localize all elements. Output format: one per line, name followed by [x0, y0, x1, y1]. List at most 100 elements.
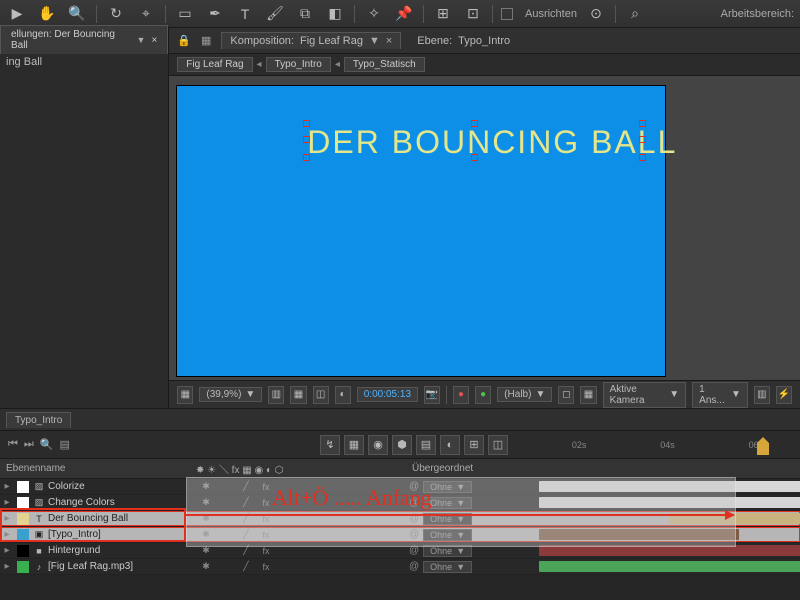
comp-settings-icon[interactable]: ▤	[60, 438, 70, 451]
zoom-dropdown[interactable]: (39,9%)▼	[199, 387, 262, 402]
3d-switch[interactable]	[339, 496, 353, 510]
shy-icon[interactable]: ↯	[320, 435, 340, 455]
fx-switch[interactable]: fx	[259, 480, 273, 494]
collapse-switch[interactable]	[219, 560, 233, 574]
clone-tool[interactable]: ⧉	[294, 3, 316, 25]
tab-menu-icon[interactable]: ▼	[369, 35, 380, 47]
layer-name-label[interactable]: Colorize	[46, 481, 191, 492]
snap-checkbox[interactable]	[501, 8, 513, 20]
selection-handle[interactable]	[471, 120, 478, 127]
fx-switch[interactable]: fx	[259, 544, 273, 558]
goto-start-icon[interactable]: ⏮	[8, 438, 18, 451]
selection-handle[interactable]	[303, 136, 310, 143]
collapse-switch[interactable]	[219, 512, 233, 526]
resolution-dropdown[interactable]: (Halb)▼	[497, 387, 552, 402]
puppet-tool[interactable]: 📌	[393, 3, 415, 25]
3d-switch[interactable]	[339, 544, 353, 558]
layer-duration-cell[interactable]	[539, 543, 800, 558]
quality-switch[interactable]: ╱	[239, 544, 253, 558]
draft3d-icon[interactable]: ◐	[440, 435, 460, 455]
composition-viewer[interactable]: DER BOUNCING BALL	[169, 76, 800, 380]
motion-blur-switch[interactable]	[299, 496, 313, 510]
frame-blend-icon[interactable]: ▦	[344, 435, 364, 455]
time-ruler[interactable]: 02s 04s 06s	[535, 431, 800, 459]
zoom-icon[interactable]: 🔍	[40, 438, 54, 451]
layer-row[interactable]: ▸▨Colorize✱╱fx@Ohne▼	[0, 479, 800, 495]
effect-controls-tab[interactable]: ellungen: Der Bouncing Ball ▼ ×	[0, 25, 168, 54]
twirl-icon[interactable]: ▸	[0, 497, 14, 508]
layer-duration-cell[interactable]	[539, 559, 800, 574]
motion-blur-switch[interactable]	[299, 544, 313, 558]
layer-color-chip[interactable]	[17, 545, 29, 557]
roto-tool[interactable]: ✧	[363, 3, 385, 25]
collapse-switch[interactable]	[219, 496, 233, 510]
guides-icon[interactable]: ◫	[313, 386, 329, 404]
brush-tool[interactable]: 🖌	[264, 3, 286, 25]
world-axis-icon[interactable]: ⊡	[462, 3, 484, 25]
fx-switch[interactable]: fx	[259, 528, 273, 542]
zoom-tool[interactable]: 🔍	[66, 3, 88, 25]
layer-duration-cell[interactable]	[539, 511, 800, 526]
adjustment-switch[interactable]	[319, 544, 333, 558]
shy-switch[interactable]: ✱	[199, 512, 213, 526]
shy-switch[interactable]: ✱	[199, 544, 213, 558]
crumb-1[interactable]: Fig Leaf Rag	[177, 57, 252, 72]
motion-blur-switch[interactable]	[299, 560, 313, 574]
selection-handle[interactable]	[639, 120, 646, 127]
quality-switch[interactable]: ╱	[239, 480, 253, 494]
camera-tool[interactable]: ⌖	[135, 3, 157, 25]
snapshot-icon[interactable]: 📷	[424, 386, 440, 404]
layer-color-chip[interactable]	[17, 561, 29, 573]
composition-tab[interactable]: Komposition: Fig Leaf Rag ▼ ×	[221, 32, 401, 49]
mask-icon[interactable]: ◐	[335, 386, 351, 404]
adjustment-switch[interactable]	[319, 528, 333, 542]
brain-icon[interactable]: ⬢	[392, 435, 412, 455]
pen-tool[interactable]: ✒	[204, 3, 226, 25]
frame-blend-switch[interactable]	[279, 560, 293, 574]
layer-color-chip[interactable]	[17, 481, 29, 493]
collapse-switch[interactable]	[219, 528, 233, 542]
frame-blend-switch[interactable]	[279, 496, 293, 510]
layer-bar[interactable]	[539, 561, 800, 572]
layer-name-label[interactable]: [Typo_Intro]	[46, 529, 191, 540]
col-parent[interactable]: Übergeordnet	[406, 463, 536, 474]
layer-row[interactable]: ▸▣[Typo_Intro]✱╱fx@Ohne▼	[0, 527, 800, 543]
layer-name-label[interactable]: [Fig Leaf Rag.mp3]	[46, 561, 191, 572]
modes-icon[interactable]: ◫	[488, 435, 508, 455]
layer-tab[interactable]: Ebene: Typo_Intro	[409, 33, 518, 49]
parent-dropdown[interactable]: Ohne▼	[423, 513, 472, 525]
quality-switch[interactable]: ╱	[239, 496, 253, 510]
layer-name-label[interactable]: Change Colors	[46, 497, 191, 508]
twirl-icon[interactable]: ▸	[0, 529, 14, 540]
pickwhip-icon[interactable]: @	[409, 529, 419, 540]
roi-icon[interactable]: ◻	[558, 386, 574, 404]
fx-switch[interactable]: fx	[259, 512, 273, 526]
local-axis-icon[interactable]: ⊞	[432, 3, 454, 25]
3d-switch[interactable]	[339, 560, 353, 574]
layer-bar[interactable]	[539, 481, 800, 492]
layer-name-label[interactable]: Der Bouncing Ball	[46, 513, 191, 524]
layer-bar[interactable]	[669, 513, 800, 524]
channel-red-icon[interactable]: ●	[453, 386, 469, 404]
layer-color-chip[interactable]	[17, 529, 29, 541]
3d-switch[interactable]	[339, 528, 353, 542]
goto-end-icon[interactable]: ⏭	[24, 438, 34, 451]
channel-green-icon[interactable]: ●	[475, 386, 491, 404]
selection-tool[interactable]: ▶	[6, 3, 28, 25]
motion-blur-icon[interactable]: ◉	[368, 435, 388, 455]
graph-icon[interactable]: ▤	[416, 435, 436, 455]
pickwhip-icon[interactable]: @	[409, 513, 419, 524]
composition-canvas[interactable]: DER BOUNCING BALL	[177, 86, 665, 376]
twirl-icon[interactable]: ▸	[0, 481, 14, 492]
crumb-2[interactable]: Typo_Intro	[266, 57, 331, 72]
panel-menu-icon2[interactable]: ▦	[201, 34, 211, 47]
twirl-icon[interactable]: ▸	[0, 545, 14, 556]
shy-switch[interactable]: ✱	[199, 480, 213, 494]
motion-blur-switch[interactable]	[299, 528, 313, 542]
parent-dropdown[interactable]: Ohne▼	[423, 561, 472, 573]
layer-row[interactable]: ▸■Hintergrund✱╱fx@Ohne▼	[0, 543, 800, 559]
mask-tool[interactable]: ▭	[174, 3, 196, 25]
3d-switch[interactable]	[339, 512, 353, 526]
panel-lock-icon[interactable]: 🔒	[177, 34, 191, 47]
layer-duration-cell[interactable]	[539, 527, 800, 542]
